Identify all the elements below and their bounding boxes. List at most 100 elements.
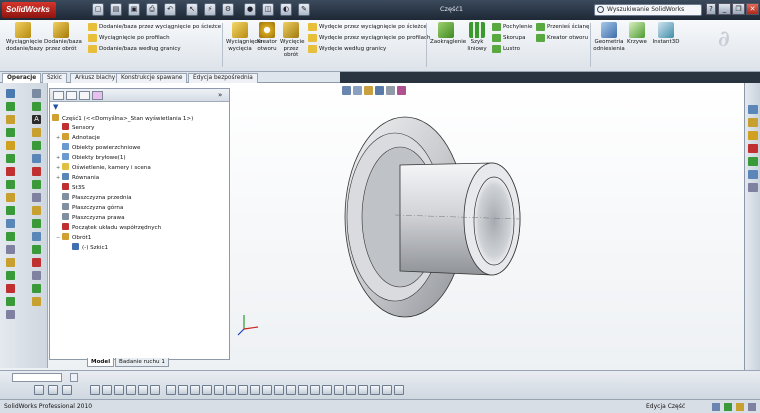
trim-icon[interactable] <box>6 206 15 215</box>
feature-manager-tab-icon[interactable] <box>53 91 64 100</box>
tree-item[interactable]: + Oświetlenie, kamery i scena <box>56 163 151 172</box>
display-style-icon[interactable] <box>386 86 395 95</box>
tool-icon[interactable] <box>32 297 41 306</box>
traffic-light-icon[interactable]: ● <box>244 3 256 16</box>
tool-icon[interactable] <box>32 245 41 254</box>
filter-routing-icon[interactable] <box>382 385 392 395</box>
filter-icon[interactable]: ▼ <box>53 103 58 111</box>
tree-item[interactable]: (-) Szkic1 <box>66 243 108 252</box>
tool-icon[interactable] <box>32 154 41 163</box>
tree-item[interactable]: St3S <box>56 183 85 192</box>
filter-planes-icon[interactable] <box>126 385 136 395</box>
tab-sketch[interactable]: Szkic <box>42 73 67 83</box>
filter-dims-icon[interactable] <box>178 385 188 395</box>
filter-cosmetic-icon[interactable] <box>250 385 260 395</box>
select-button[interactable]: ↖ <box>186 3 198 16</box>
units-icon[interactable] <box>724 403 732 411</box>
view-button[interactable]: ◫ <box>262 3 274 16</box>
tree-item[interactable]: Płaszczyzna prawa <box>56 213 125 222</box>
restore-button[interactable]: ❐ <box>732 3 745 15</box>
help-button[interactable]: ? <box>706 3 716 15</box>
undo-button[interactable]: ↶ <box>164 3 176 16</box>
mirror-button[interactable]: Lustro <box>492 45 520 53</box>
expand-panel-icon[interactable]: » <box>218 91 222 99</box>
boundary-cut-button[interactable]: Wydęcie według granicy <box>308 45 386 53</box>
zoom-fit-icon[interactable] <box>342 86 351 95</box>
solidworks-logo[interactable]: SolidWorks <box>2 2 56 18</box>
hole-wizard-button[interactable]: Kreator otworu <box>256 22 278 52</box>
search-input[interactable]: Wyszukiwanie SolidWorks <box>594 4 702 16</box>
arc-icon[interactable] <box>6 154 15 163</box>
tool-icon[interactable] <box>32 219 41 228</box>
spline-icon[interactable] <box>6 167 15 176</box>
filter-blocks-icon[interactable] <box>310 385 320 395</box>
reference-geometry-button[interactable]: Geometria odniesienia <box>593 22 625 52</box>
tree-item[interactable]: + Adnotacje <box>56 133 100 142</box>
filter-axes-icon[interactable] <box>138 385 148 395</box>
convert-icon[interactable] <box>6 310 15 319</box>
tab-motion-study[interactable]: Badanie ruchu 1 <box>115 358 169 367</box>
filter-welds-icon[interactable] <box>238 385 248 395</box>
sketch-icon[interactable] <box>6 89 15 98</box>
section-view-icon[interactable] <box>364 86 373 95</box>
arrow-icon[interactable] <box>62 385 72 395</box>
extruded-cut-button[interactable]: Wyciągnięcie wycięcia <box>226 22 262 52</box>
filter-holes-icon[interactable] <box>262 385 272 395</box>
draft-button[interactable]: Pochylenie <box>492 23 533 31</box>
move-face-button[interactable]: Przenieś ścianę <box>536 23 589 31</box>
tool-icon[interactable] <box>32 128 41 137</box>
filter-vertices-icon[interactable] <box>114 385 124 395</box>
rebuild-status-icon[interactable] <box>712 403 720 411</box>
curves-button[interactable]: Krzywe <box>627 22 647 46</box>
revolved-cut-button[interactable]: Wycięcie przez obrót <box>280 22 304 59</box>
filter-gtol-icon[interactable] <box>286 385 296 395</box>
tool-icon[interactable] <box>32 193 41 202</box>
linear-pattern-button[interactable]: Szyk liniowy <box>464 22 490 52</box>
custom-properties-icon[interactable] <box>748 183 758 192</box>
view-orientation-icon[interactable] <box>375 86 384 95</box>
appearance-icon[interactable] <box>397 86 406 95</box>
tool-icon[interactable] <box>32 167 41 176</box>
tool-icon[interactable] <box>32 258 41 267</box>
minimize-button[interactable]: _ <box>718 3 731 15</box>
mirror-entities-icon[interactable] <box>6 232 15 241</box>
design-library-icon[interactable] <box>748 118 758 127</box>
tool-icon[interactable] <box>32 271 41 280</box>
tree-item[interactable]: + Równania <box>56 173 99 182</box>
new-document-button[interactable]: ▢ <box>92 3 104 16</box>
slot-icon[interactable] <box>6 284 15 293</box>
filter-sketch-icon[interactable] <box>166 385 176 395</box>
filter-icon[interactable] <box>34 385 44 395</box>
filter-bodies-icon[interactable] <box>346 385 356 395</box>
help-icon[interactable] <box>748 403 756 411</box>
selection-filter-dropdown[interactable] <box>12 373 62 382</box>
tab-sheet-metal[interactable]: Arkusz blachy <box>70 73 121 83</box>
tool-icon[interactable] <box>32 141 41 150</box>
tree-item[interactable]: Płaszczyzna górna <box>56 203 123 212</box>
dropdown-arrow-icon[interactable] <box>70 373 78 382</box>
tree-item[interactable]: Obiekty powierzchniowe <box>56 143 140 152</box>
polygon-icon[interactable] <box>6 180 15 189</box>
smart-dimension-icon[interactable] <box>6 115 15 124</box>
lofted-cut-button[interactable]: Wydęcie przez wyciągnięcie po profilach <box>308 34 431 42</box>
point-icon[interactable] <box>6 258 15 267</box>
view-palette-icon[interactable] <box>748 157 758 166</box>
filter-loops-icon[interactable] <box>370 385 380 395</box>
tree-item[interactable]: − Obrót1 <box>56 233 91 242</box>
boundary-boss-button[interactable]: Dodanie/baza według granicy <box>88 45 181 53</box>
filter-edges-icon[interactable] <box>90 385 100 395</box>
tool-icon[interactable] <box>32 206 41 215</box>
save-button[interactable]: ▣ <box>128 3 140 16</box>
tree-item[interactable]: Płaszczyzna przednia <box>56 193 132 202</box>
tab-model[interactable]: Model <box>87 358 115 367</box>
tree-item[interactable]: + Obiekty bryłowe(1) <box>56 153 126 162</box>
relations-icon[interactable] <box>6 245 15 254</box>
tool-icon[interactable] <box>32 232 41 241</box>
tree-root[interactable]: Część1 (<<Domyślna>_Stan wyświetlania 1>… <box>52 114 193 123</box>
tab-weldments[interactable]: Konstrukcje spawane <box>116 73 188 83</box>
select-icon[interactable] <box>48 385 58 395</box>
filter-solids-icon[interactable] <box>202 385 212 395</box>
filter-notes-icon[interactable] <box>190 385 200 395</box>
property-manager-tab-icon[interactable] <box>66 91 77 100</box>
offset-icon[interactable] <box>6 219 15 228</box>
